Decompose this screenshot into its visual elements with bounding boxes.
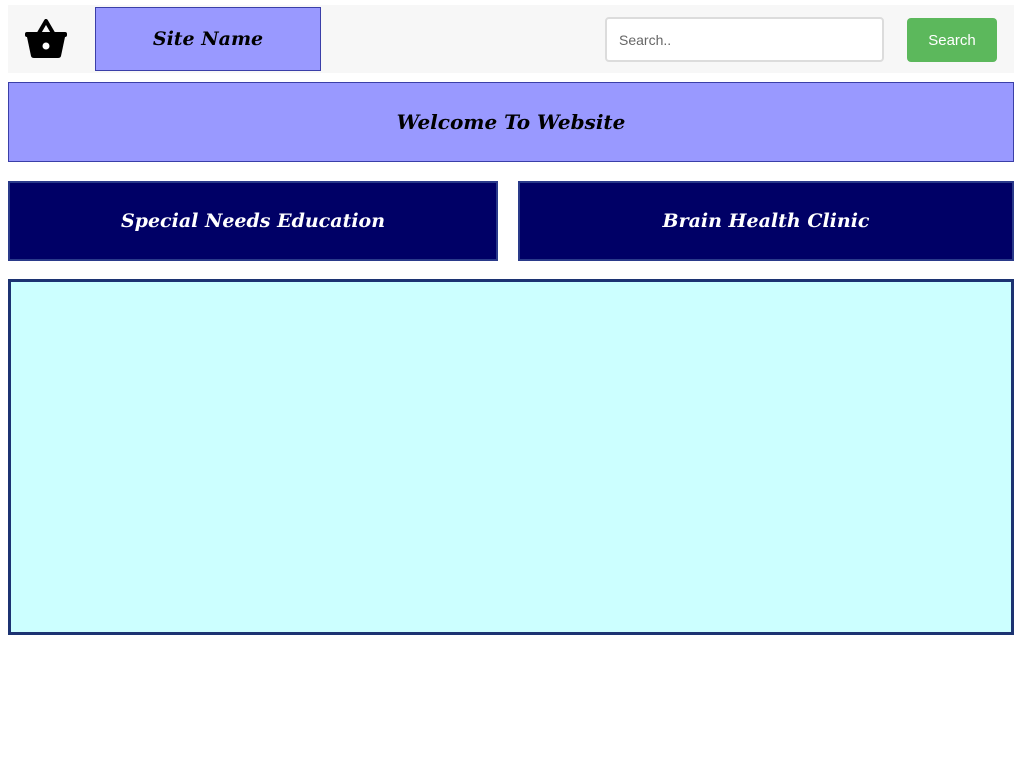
site-name-logo[interactable]: Site Name xyxy=(95,7,321,71)
special-needs-education-card[interactable]: Special Needs Education xyxy=(8,181,498,261)
content-panel xyxy=(8,279,1014,635)
welcome-banner: Welcome To Website xyxy=(8,82,1014,162)
top-navbar: Site Name Search xyxy=(8,5,1014,73)
search-input[interactable] xyxy=(605,17,884,62)
search-button[interactable]: Search xyxy=(907,18,997,62)
shopping-basket-icon[interactable] xyxy=(24,19,68,59)
brain-health-clinic-card[interactable]: Brain Health Clinic xyxy=(518,181,1014,261)
